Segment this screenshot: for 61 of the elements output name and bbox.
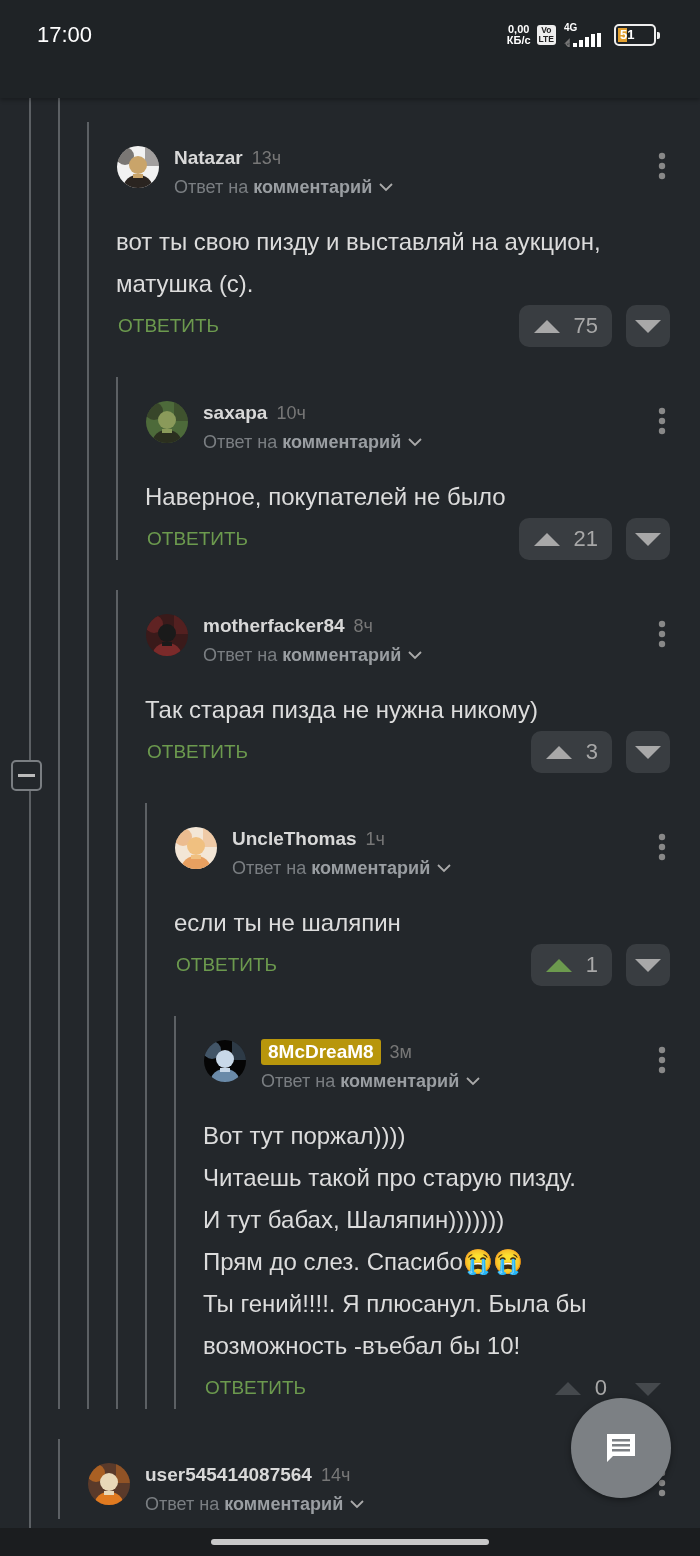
downvote-arrow-icon [635,958,661,972]
username[interactable]: Natazar [174,147,243,169]
username[interactable]: 8McDreaM8 [261,1039,381,1065]
comment-text: если ты не шаляпин [174,908,402,938]
reply-to-link[interactable]: Ответ на комментарий [203,640,423,670]
comment-time: 8ч [353,615,373,637]
reply-to-link[interactable]: Ответ на комментарий [203,427,423,457]
chevron-down-icon [350,1499,365,1509]
network-type: 4G [564,23,578,33]
upvote-button[interactable]: 3 [530,731,612,773]
comment-text: вот ты свою пизду и выставляй на аукцион, матушка (с). [116,227,602,299]
upvote-button[interactable]: 1 [530,944,612,986]
battery-indicator: 51 [614,24,656,46]
clock-time: 17:00 [37,22,93,48]
chevron-down-icon [379,182,394,192]
username[interactable]: saxapa [203,402,268,424]
reply-button[interactable]: ОТВЕТИТЬ [176,954,278,976]
vote-count: 75 [573,313,598,339]
chevron-down-icon [466,1076,481,1086]
signal-icon [564,33,604,47]
comment-text: Вот тут поржал)))) Читаешь такой про старую пизду. И тут бабах, Шаляпин))))))) Прям до слез. Спасибо😭😭 Ты гений!!!!. Я плюсанул. Была бы возможность -въебал бы 10! [203,1121,588,1361]
vote-count: 0 [594,1375,607,1401]
reply-to-link[interactable]: Ответ на комментарий [261,1066,481,1096]
comment-time: 1ч [365,828,385,850]
downvote-arrow-icon [635,1382,661,1396]
volte-badge: Vo LTE [536,25,556,45]
username[interactable]: UncleThomas [232,828,357,850]
upvote-button[interactable]: 75 [518,305,612,347]
downvote-button[interactable] [626,731,670,773]
reply-to-link[interactable]: Ответ на комментарий [174,172,394,202]
upvote-button[interactable]: 21 [518,518,612,560]
reply-to-link[interactable]: Ответ на комментарий [145,1489,365,1519]
comment-text: Так старая пизда не нужна никому) [145,695,540,725]
reply-button[interactable]: ОТВЕТИТЬ [205,1377,307,1399]
speed-unit: КБ/с [506,35,531,46]
username[interactable]: motherfacker84 [203,615,345,637]
comment-text: Наверное, покупателей не было [145,482,507,512]
vote-count: 21 [573,526,598,552]
vote-count: 3 [585,739,598,765]
comment-time: 14ч [320,1464,351,1486]
downvote-button[interactable] [626,305,670,347]
comment-time: 13ч [251,147,282,169]
chevron-down-icon [437,863,452,873]
chevron-down-icon [408,650,423,660]
reply-button[interactable]: ОТВЕТИТЬ [147,528,249,550]
reply-button[interactable]: ОТВЕТИТЬ [147,741,249,763]
chevron-down-icon [408,437,423,447]
collapse-button[interactable] [11,760,42,791]
vote-count: 1 [585,952,598,978]
downvote-arrow-icon [635,745,661,759]
network-speed: 0,00 [507,24,530,35]
downvote-arrow-icon [635,319,661,333]
comment-time: 3м [389,1041,412,1063]
reply-button[interactable]: ОТВЕТИТЬ [118,315,220,337]
downvote-button[interactable] [626,518,670,560]
minus-icon [18,774,35,777]
username[interactable]: user545414087564 [145,1464,312,1486]
reply-to-link[interactable]: Ответ на комментарий [232,853,452,883]
downvote-button[interactable] [626,944,670,986]
downvote-arrow-icon [635,532,661,546]
comment-time: 10ч [276,402,306,424]
